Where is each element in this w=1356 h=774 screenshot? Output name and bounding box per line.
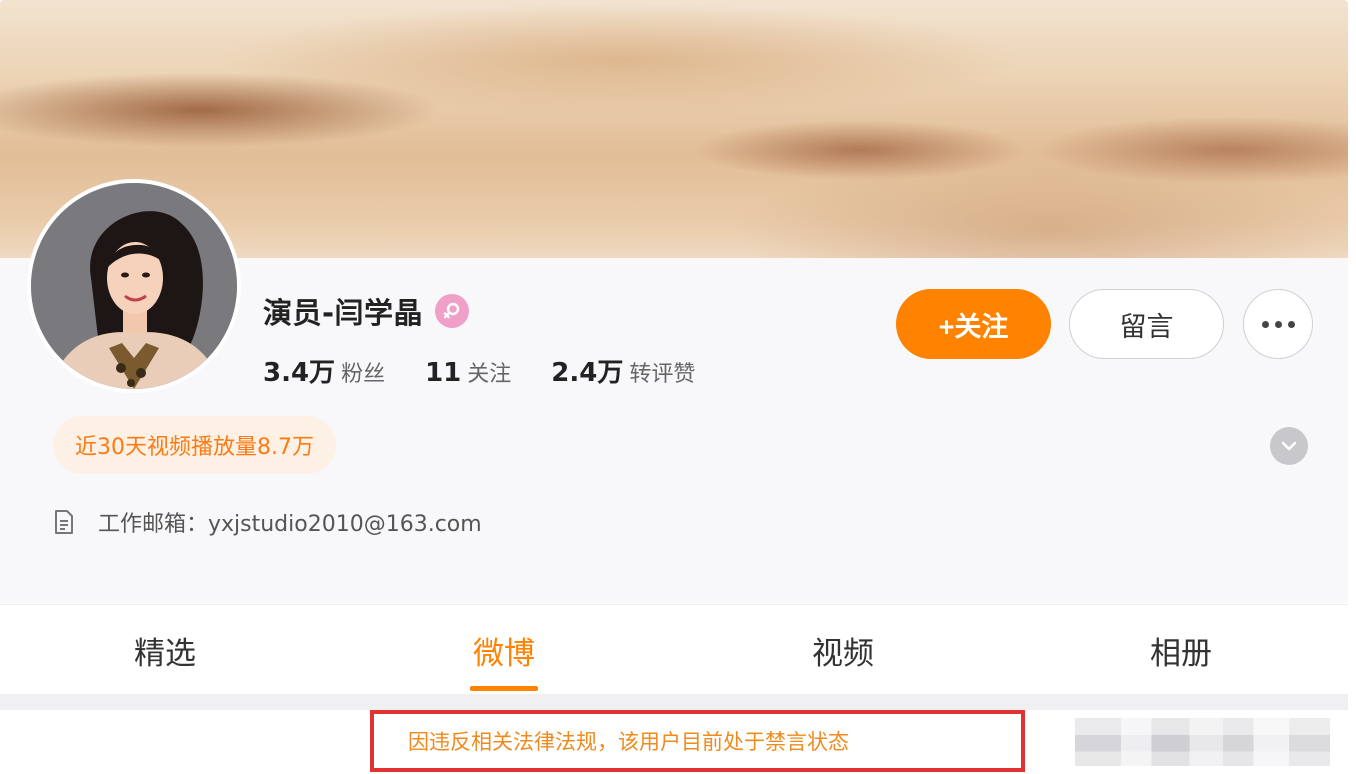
- more-icon[interactable]: [1243, 289, 1313, 359]
- section-divider: [0, 694, 1348, 710]
- tab-album[interactable]: 相册: [1081, 605, 1281, 695]
- stat-following[interactable]: 11 关注: [425, 356, 511, 388]
- stat-label: 关注: [467, 362, 512, 387]
- profile-name-row: 演员-闫学晶: [263, 293, 470, 330]
- stat-interactions[interactable]: 2.4万 转评赞: [551, 352, 695, 389]
- profile-tabs: 精选 微博 视频 相册: [0, 604, 1348, 695]
- more-dot: [1261, 320, 1269, 328]
- stat-number: 11: [425, 358, 462, 388]
- page-edge: [1348, 0, 1356, 774]
- more-dot: [1274, 320, 1282, 328]
- stat-label: 粉丝: [341, 362, 386, 387]
- work-email[interactable]: 工作邮箱：yxjstudio2010@163.com: [98, 506, 482, 538]
- female-icon: [435, 294, 470, 328]
- blurred-watermark: [1075, 718, 1330, 766]
- tab-video[interactable]: 视频: [743, 605, 943, 695]
- video-play-count-tag: 近30天视频播放量8.7万: [53, 416, 336, 474]
- message-button[interactable]: 留言: [1069, 289, 1224, 359]
- document-icon: [52, 509, 76, 535]
- tab-featured[interactable]: 精选: [65, 605, 265, 695]
- profile-stats: 3.4万 粉丝 11 关注 2.4万 转评赞: [263, 352, 735, 389]
- stat-number: 2.4万: [551, 358, 624, 388]
- chevron-down-icon[interactable]: [1270, 427, 1308, 465]
- ban-notice-text: 因违反相关法律法规，该用户目前处于禁言状态: [408, 730, 849, 754]
- work-email-row: 工作邮箱：yxjstudio2010@163.com: [52, 505, 482, 539]
- stat-fans[interactable]: 3.4万 粉丝: [263, 352, 385, 389]
- active-tab-indicator: [470, 686, 538, 691]
- follow-button[interactable]: +关注: [896, 289, 1051, 359]
- more-dot: [1287, 320, 1295, 328]
- stat-number: 3.4万: [263, 358, 336, 388]
- profile-name: 演员-闫学晶: [263, 296, 424, 330]
- avatar[interactable]: [31, 183, 237, 389]
- ban-notice: 因违反相关法律法规，该用户目前处于禁言状态: [370, 710, 1025, 772]
- stat-label: 转评赞: [629, 362, 696, 387]
- tab-weibo[interactable]: 微博: [404, 605, 604, 695]
